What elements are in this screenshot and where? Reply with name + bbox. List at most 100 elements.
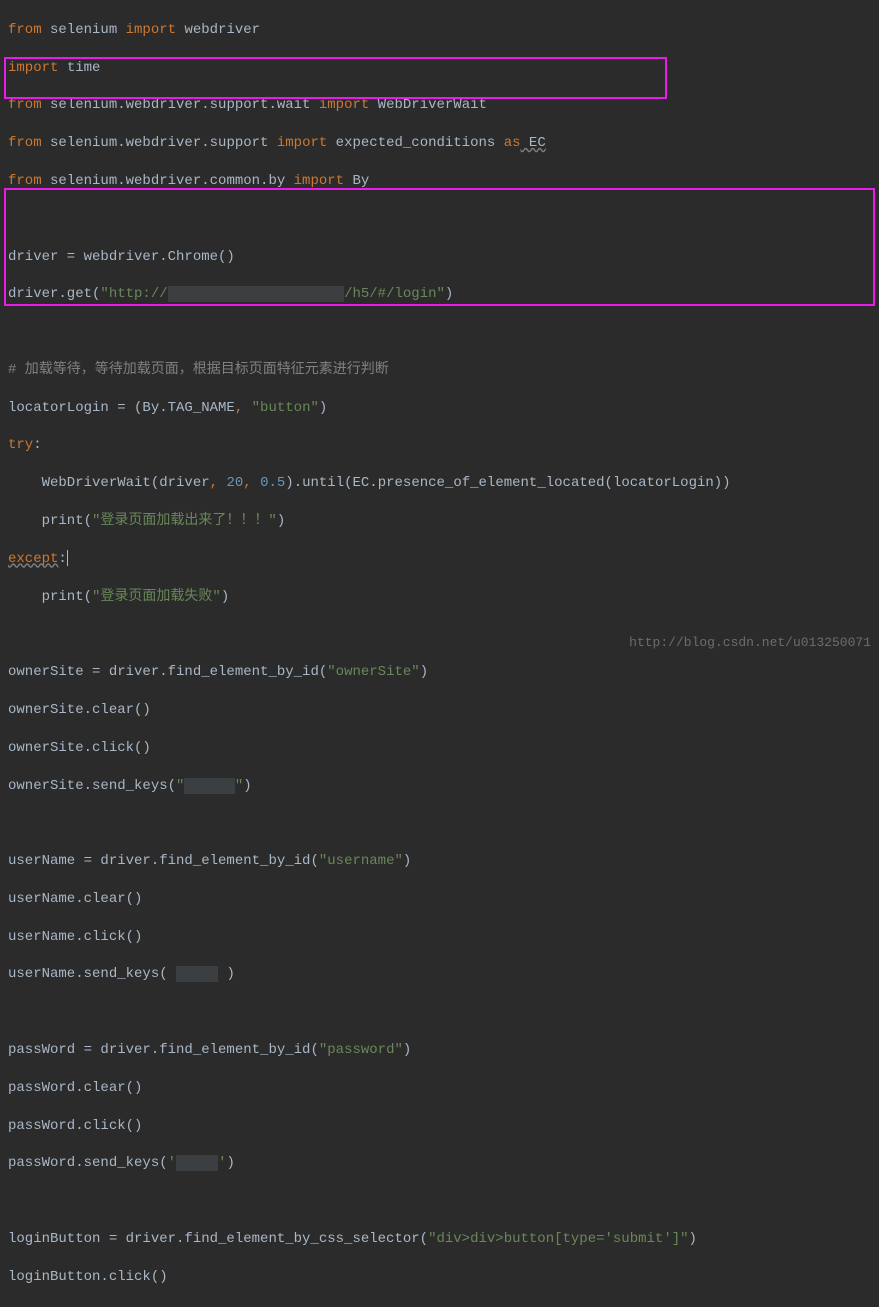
code-line[interactable]: ownerSite.clear() [8, 701, 871, 720]
code-line[interactable]: print("登录页面加载失败") [8, 588, 871, 607]
code-line[interactable]: passWord.clear() [8, 1079, 871, 1098]
code-line[interactable]: userName.clear() [8, 890, 871, 909]
code-line[interactable]: driver = webdriver.Chrome() [8, 248, 871, 267]
string-literal: "登录页面加载出来了！！！" [92, 513, 277, 529]
code-text: ) [403, 1042, 411, 1058]
code-text: ownerSite.send_keys( [8, 778, 176, 794]
colon: : [33, 437, 41, 453]
string-literal: "button" [252, 400, 319, 416]
code-line[interactable]: passWord = driver.find_element_by_id("pa… [8, 1041, 871, 1060]
string-literal: ' [218, 1155, 226, 1171]
string-literal: "ownerSite" [327, 664, 419, 680]
import-item: expected_conditions [327, 135, 503, 151]
code-line[interactable]: driver.get("http://xxxxxxxx xxxxxxxxxxx/… [8, 285, 871, 304]
code-text: print( [8, 513, 92, 529]
code-text: WebDriverWait(driver [8, 475, 210, 491]
code-line[interactable]: passWord.click() [8, 1117, 871, 1136]
code-text: userName.clear() [8, 891, 142, 907]
keyword-as: as [504, 135, 521, 151]
keyword-from: from [8, 135, 42, 151]
code-line[interactable]: from selenium.webdriver.support import e… [8, 134, 871, 153]
number-literal: 20 [226, 475, 243, 491]
string-literal: ' [168, 1155, 176, 1171]
code-text: ).until(EC.presence_of_element_located(l… [285, 475, 730, 491]
code-text: loginButton = driver.find_element_by_css… [8, 1231, 428, 1247]
code-line[interactable]: import time [8, 59, 871, 78]
keyword-import: import [126, 22, 176, 38]
code-line[interactable]: passWord.send_keys('xxxxx') [8, 1154, 871, 1173]
code-line[interactable]: # 加载等待，等待加载页面，根据目标页面特征元素进行判断 [8, 361, 871, 380]
code-text: passWord.click() [8, 1118, 142, 1134]
code-line[interactable]: try: [8, 436, 871, 455]
string-literal: "div>div>button[type='submit']" [428, 1231, 688, 1247]
code-line[interactable]: userName.send_keys( xxxxx ) [8, 965, 871, 984]
code-line[interactable]: loginButton = driver.find_element_by_css… [8, 1230, 871, 1249]
string-literal: /h5/#/login" [344, 286, 445, 302]
code-text: print( [8, 589, 92, 605]
string-literal: "username" [319, 853, 403, 869]
keyword-import: import [277, 135, 327, 151]
keyword-except: except [8, 551, 58, 567]
code-line[interactable] [8, 814, 871, 833]
code-text: ) [403, 853, 411, 869]
code-text: locatorLogin = (By.TAG_NAME [8, 400, 235, 416]
string-literal: " [235, 778, 243, 794]
code-text: ) [420, 664, 428, 680]
keyword-from: from [8, 22, 42, 38]
code-text: ) [689, 1231, 697, 1247]
code-text: ) [445, 286, 453, 302]
import-item: time [58, 60, 100, 76]
code-line[interactable]: from selenium.webdriver.support.wait imp… [8, 96, 871, 115]
comma: , [210, 475, 227, 491]
code-text: ownerSite.clear() [8, 702, 151, 718]
code-text: userName.click() [8, 929, 142, 945]
code-text: driver = webdriver.Chrome() [8, 249, 235, 265]
code-text: ) [221, 589, 229, 605]
module-name: selenium.webdriver.common.by [42, 173, 294, 189]
string-literal: "password" [319, 1042, 403, 1058]
code-line[interactable]: from selenium.webdriver.common.by import… [8, 172, 871, 191]
module-name: selenium.webdriver.support.wait [42, 97, 319, 113]
code-line[interactable]: userName = driver.find_element_by_id("us… [8, 852, 871, 871]
text-cursor [67, 550, 68, 566]
code-line[interactable]: ownerSite.click() [8, 739, 871, 758]
keyword-import: import [8, 60, 58, 76]
import-alias: EC [521, 135, 546, 151]
code-line[interactable]: except: [8, 550, 871, 569]
watermark-text: http://blog.csdn.net/u013250071 [629, 634, 871, 652]
code-text: passWord.send_keys( [8, 1155, 168, 1171]
redacted-text: xxxxx [176, 966, 218, 982]
import-item: By [344, 173, 369, 189]
code-line[interactable] [8, 1003, 871, 1022]
code-text: ownerSite.click() [8, 740, 151, 756]
code-line[interactable] [8, 210, 871, 229]
code-line[interactable]: print("登录页面加载出来了！！！") [8, 512, 871, 531]
code-line[interactable]: locatorLogin = (By.TAG_NAME, "button") [8, 399, 871, 418]
code-line[interactable]: loginButton.click() [8, 1268, 871, 1287]
code-text: ) [243, 778, 251, 794]
keyword-from: from [8, 97, 42, 113]
code-line[interactable]: userName.click() [8, 928, 871, 947]
code-text: ) [226, 1155, 234, 1171]
code-line[interactable] [8, 323, 871, 342]
code-line[interactable]: ownerSite = driver.find_element_by_id("o… [8, 663, 871, 682]
code-text: passWord = driver.find_element_by_id( [8, 1042, 319, 1058]
keyword-try: try [8, 437, 33, 453]
comment: # 加载等待，等待加载页面，根据目标页面特征元素进行判断 [8, 362, 389, 378]
code-editor[interactable]: from selenium import webdriver import ti… [0, 0, 879, 1307]
code-line[interactable]: ownerSite.send_keys("xxxxxx") [8, 777, 871, 796]
redacted-text: xxxxx [176, 1155, 218, 1171]
code-text: userName.send_keys( [8, 966, 176, 982]
code-text: userName = driver.find_element_by_id( [8, 853, 319, 869]
code-line[interactable] [8, 1192, 871, 1211]
module-name: selenium [42, 22, 126, 38]
code-line[interactable]: from selenium import webdriver [8, 21, 871, 40]
code-line[interactable]: WebDriverWait(driver, 20, 0.5).until(EC.… [8, 474, 871, 493]
code-text: ownerSite = driver.find_element_by_id( [8, 664, 327, 680]
code-text: ) [319, 400, 327, 416]
comma: , [235, 400, 252, 416]
redacted-text: xxxxxx [184, 778, 234, 794]
keyword-from: from [8, 173, 42, 189]
string-literal: "登录页面加载失败" [92, 589, 221, 605]
code-text: ) [218, 966, 235, 982]
